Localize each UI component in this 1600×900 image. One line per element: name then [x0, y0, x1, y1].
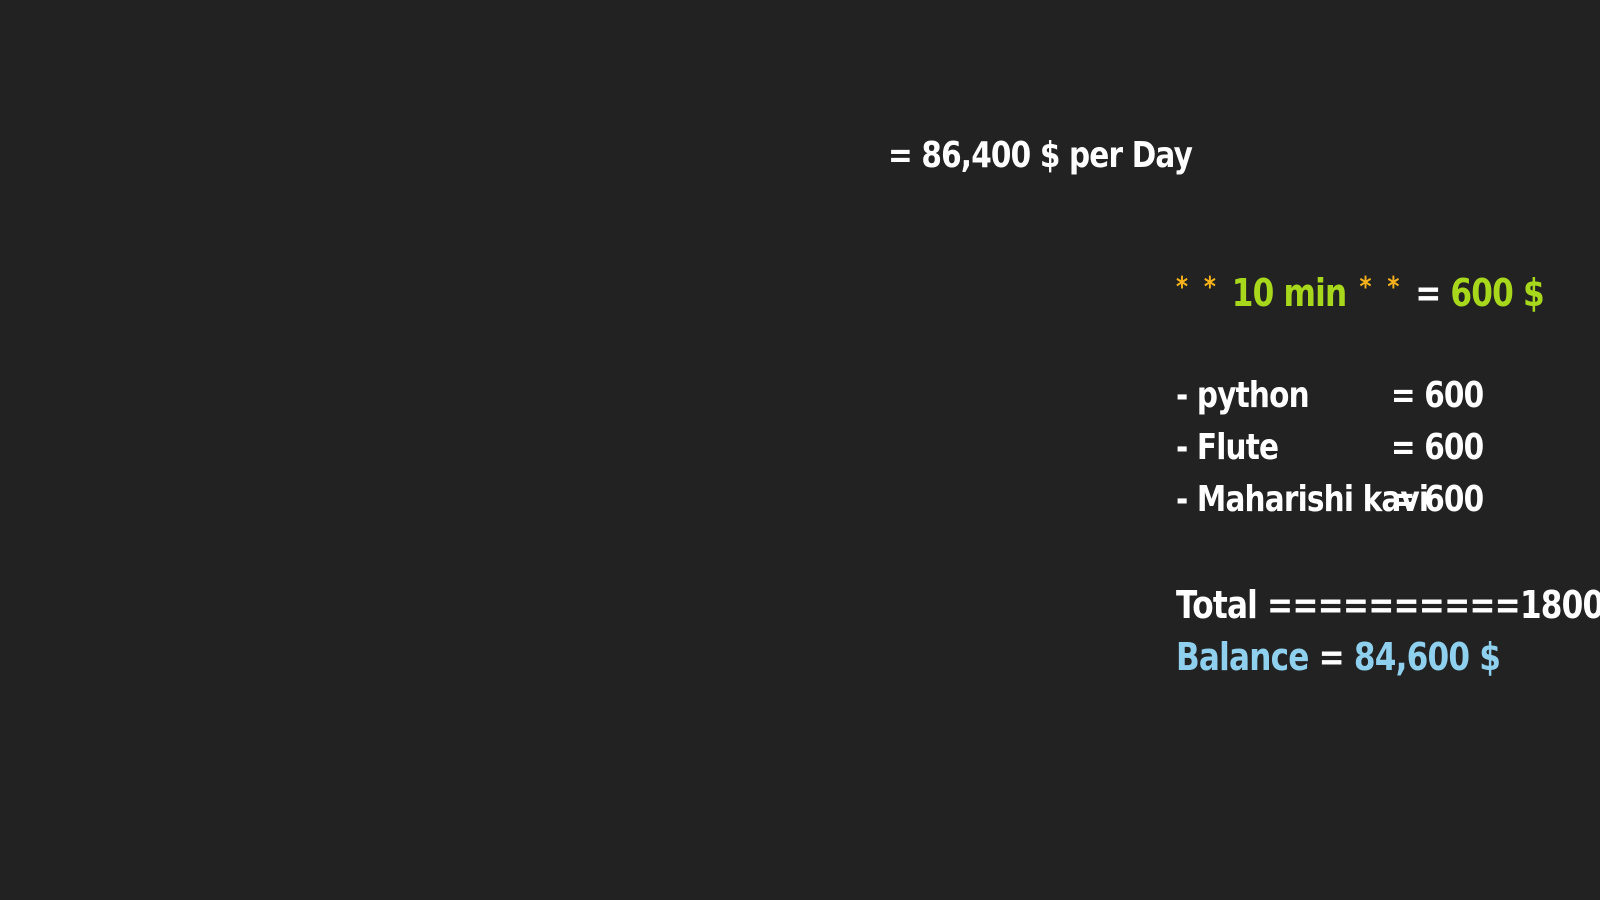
rate-amount: 600 $ [1450, 271, 1544, 315]
item-label: - Maharishi kavi [1176, 479, 1429, 520]
rate-duration: 10 min [1231, 271, 1347, 315]
list-item: - Flute = 600 [1176, 427, 1484, 468]
asterisk-icon: * [1359, 270, 1372, 303]
item-value: = 600 [1390, 427, 1484, 468]
balance-equals: = [1318, 635, 1345, 679]
item-value: = 600 [1390, 375, 1484, 416]
item-label: - python [1176, 375, 1310, 416]
balance-line: Balance = 84,600 $ [1176, 635, 1501, 679]
list-item: - Maharishi kavi= 600 [1176, 479, 1484, 520]
asterisk-icon: * [1387, 270, 1399, 303]
whiteboard-canvas: = 86,400 $ per Day * * 10 min * * = 600 … [0, 0, 1600, 900]
asterisk-icon: * [1176, 270, 1188, 303]
total-line: Total ==========1800 $ [1176, 583, 1600, 627]
item-value: = 600 [1390, 479, 1484, 520]
rate-line: * * 10 min * * = 600 $ [1176, 270, 1545, 315]
per-day-amount: = 86,400 $ per Day [888, 135, 1193, 176]
balance-amount: 84,600 $ [1353, 635, 1501, 679]
rate-equals: = [1415, 271, 1441, 315]
balance-label: Balance [1176, 635, 1309, 679]
item-label: - Flute [1176, 427, 1279, 468]
list-item: - python = 600 [1176, 375, 1484, 416]
asterisk-icon: * [1203, 270, 1216, 303]
